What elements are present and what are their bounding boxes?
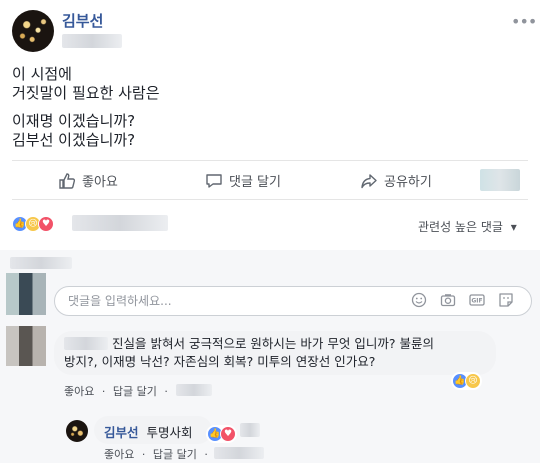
reply-reactions[interactable]: 👍 ♥ [206, 425, 237, 443]
reply-author-avatar[interactable] [66, 420, 88, 442]
commenter-avatar[interactable] [6, 326, 46, 366]
sticker-icon[interactable] [498, 292, 514, 308]
thumbs-up-icon [59, 172, 76, 189]
reply-content: 김부선 투명사회 [104, 422, 193, 441]
comment-reactions[interactable]: 👍 😢 [451, 372, 482, 390]
comment-text-line-2: 방지?, 이재명 낙선? 자존심의 회복? 미투의 연장선 인가요? [64, 354, 376, 369]
svg-text:GIF: GIF [471, 298, 482, 305]
comment-text-line-1: 진실을 밝혀서 궁극적으로 원하시는 바가 무엇 입니까? 불륜의 [112, 336, 434, 351]
view-more-blurred[interactable] [10, 257, 72, 269]
gif-icon[interactable]: GIF [469, 292, 485, 308]
comment-button[interactable]: 댓글 달기 [205, 171, 281, 190]
camera-icon[interactable] [440, 292, 456, 308]
post-line-4: 김부선 이겠습니까? [12, 131, 136, 149]
reply-author-name[interactable]: 김부선 [104, 425, 139, 440]
comment-label: 댓글 달기 [229, 175, 281, 190]
post-author-name[interactable]: 김부선 [62, 10, 103, 31]
love-reaction-icon: ♥ [220, 426, 236, 442]
separator: · [164, 385, 168, 398]
comment-time-blurred [176, 384, 212, 396]
author-avatar[interactable] [12, 10, 54, 52]
sort-label: 관련성 높은 댓글 [418, 220, 503, 234]
sad-reaction-icon: 😢 [465, 373, 481, 389]
reply-count-blurred [240, 423, 260, 437]
separator: · [204, 448, 208, 461]
share-icon [361, 173, 377, 188]
reply-text: 투명사회 [146, 425, 193, 440]
chevron-down-icon: ▾ [510, 220, 517, 234]
comment-text: 진실을 밝혀서 궁극적으로 원하시는 바가 무엇 입니까? 불륜의 방지?, 이… [64, 335, 488, 371]
post-line-3: 이재명 이겠습니까? [12, 112, 136, 130]
love-reaction-icon: ♥ [38, 216, 54, 232]
more-options-icon[interactable]: ••• [511, 12, 537, 31]
reply-reply-link[interactable]: 답글 달기 [153, 448, 197, 461]
post-line-2: 거짓말이 필요한 사람은 [12, 84, 160, 102]
reaction-names-blurred[interactable] [72, 215, 168, 231]
emoji-icon[interactable] [411, 292, 427, 308]
separator: · [101, 385, 106, 398]
share-label: 공유하기 [384, 175, 432, 190]
reactions-summary[interactable]: 👍 😢 ♥ [12, 216, 54, 232]
current-user-avatar[interactable] [6, 273, 46, 315]
reply-like-link[interactable]: 좋아요 [104, 448, 134, 461]
post-timestamp-blurred [62, 34, 122, 48]
like-label: 좋아요 [82, 175, 118, 190]
comment-actions: 좋아요 · 답글 달기 · [64, 383, 172, 399]
like-button[interactable]: 좋아요 [58, 171, 118, 190]
comment-reply-link[interactable]: 답글 달기 [113, 385, 157, 398]
divider [12, 160, 528, 161]
reply-time-blurred [214, 447, 264, 459]
share-audience-blurred[interactable] [480, 169, 520, 191]
comment-input-placeholder: 댓글을 입력하세요... [68, 294, 172, 308]
separator: · [141, 448, 146, 461]
post-line-1: 이 시점에 [12, 65, 72, 83]
reply-actions: 좋아요 · 답글 달기 · [104, 446, 212, 462]
divider [12, 199, 528, 200]
share-button[interactable]: 공유하기 [360, 171, 432, 190]
comment-icon [206, 173, 222, 188]
comment-like-link[interactable]: 좋아요 [64, 385, 94, 398]
comment-sort-dropdown[interactable]: 관련성 높은 댓글 ▾ [418, 218, 517, 235]
